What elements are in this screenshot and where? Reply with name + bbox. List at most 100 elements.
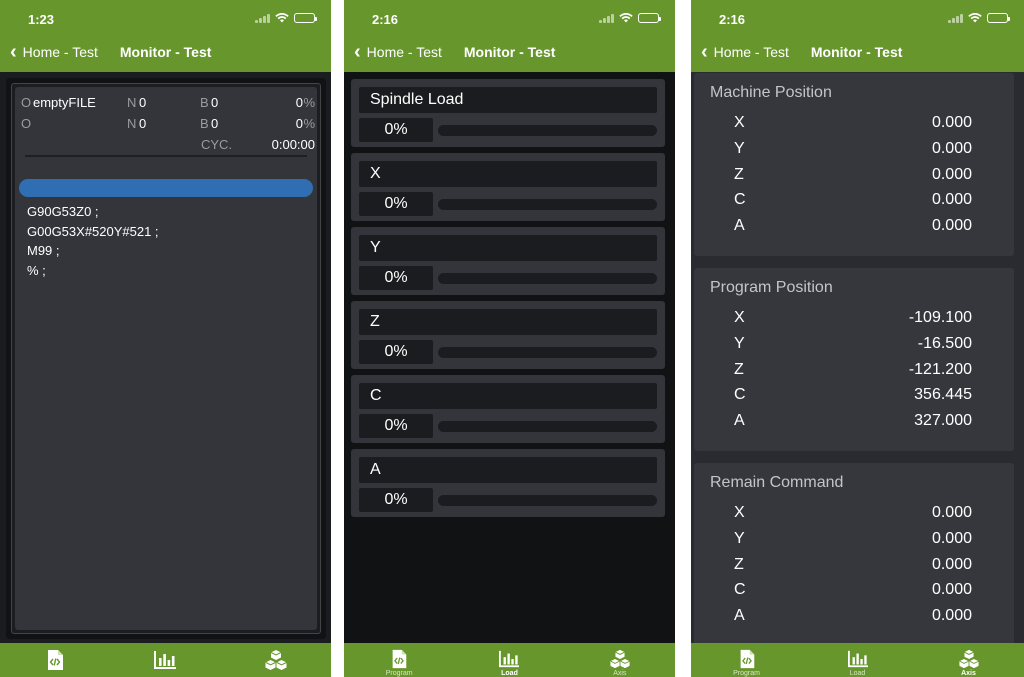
axis-row: Y -16.500 — [694, 331, 1014, 357]
axis-rows: X 0.000 Y 0.000 Z 0.000 C 0.000 A 0.000 — [694, 500, 1014, 629]
status-time: 1:23 — [28, 12, 55, 27]
axis-name: X — [734, 504, 745, 521]
load-card-z: Z 0% — [351, 301, 665, 369]
tab-label: Load — [849, 670, 866, 677]
wifi-icon — [619, 13, 633, 23]
tab-axis[interactable] — [221, 643, 331, 677]
section-title: Program Position — [710, 279, 833, 296]
program-position-section: Program Position X -109.100 Y -16.500 Z -12… — [694, 268, 1014, 451]
percent-unit: % — [303, 95, 315, 110]
axis-row: Y 0.000 — [694, 136, 1014, 162]
axis-name: C — [734, 581, 746, 599]
n-label: N — [127, 116, 137, 131]
load-bar — [438, 124, 657, 136]
nav-bar: ‹ Home - Test Monitor - Test — [344, 41, 675, 63]
current-line-highlight — [19, 179, 313, 197]
load-list: Spindle Load 0% X 0% Y 0% Z 0% C 0% A 0% — [351, 79, 665, 523]
load-bar — [438, 198, 657, 210]
back-button[interactable]: ‹ Home - Test — [701, 42, 789, 62]
axis-value: 0.000 — [931, 165, 972, 183]
axis-name: X — [734, 309, 745, 326]
load-card-a: A 0% — [351, 449, 665, 517]
nav-bar: ‹ Home - Test Monitor - Test — [691, 41, 1024, 63]
battery-icon — [638, 13, 661, 23]
tab-load[interactable] — [110, 643, 220, 677]
back-button[interactable]: ‹ Home - Test — [354, 42, 442, 62]
axis-name: Z — [734, 360, 744, 378]
load-percent: 0% — [359, 266, 433, 290]
axis-row: Z 0.000 — [694, 162, 1014, 188]
axis-name: Z — [734, 165, 744, 183]
divider — [25, 155, 307, 157]
code-line: G00G53X#520Y#521 ; — [27, 223, 159, 239]
load-bar — [438, 420, 657, 432]
status-time: 2:16 — [372, 12, 399, 27]
axis-value: 0.000 — [931, 607, 972, 625]
chevron-left-icon: ‹ — [354, 41, 361, 63]
load-name: Spindle Load — [359, 87, 657, 113]
axis-name: A — [734, 412, 745, 430]
tab-program[interactable]: Program — [344, 643, 454, 677]
back-label: Home - Test — [22, 44, 98, 60]
axis-value: 0.000 — [931, 555, 972, 573]
load-name: Z — [359, 309, 657, 335]
wifi-icon — [968, 13, 982, 23]
tab-program[interactable]: Program — [691, 643, 802, 677]
program-code-icon — [740, 649, 754, 669]
axis-screen: 2:16 ‹ Home - Test Monitor - Test Machin… — [691, 0, 1024, 677]
tab-bar: Program Load Axis — [344, 643, 675, 677]
percent-value: 0 — [295, 95, 303, 110]
back-button[interactable]: ‹ Home - Test — [10, 42, 98, 62]
load-card-spindle: Spindle Load 0% — [351, 79, 665, 147]
tab-label: Load — [501, 670, 518, 677]
axis-value: 327.000 — [914, 412, 972, 430]
axis-value: 0.000 — [931, 139, 972, 157]
tab-bar — [0, 643, 331, 677]
load-percent: 0% — [359, 340, 433, 364]
code-line: % ; — [27, 262, 46, 278]
axis-row: Z 0.000 — [694, 552, 1014, 578]
load-percent: 0% — [359, 488, 433, 512]
nav-header: 2:16 ‹ Home - Test Monitor - Test — [344, 0, 675, 72]
tab-load[interactable]: Load — [454, 643, 564, 677]
back-label: Home - Test — [713, 44, 789, 60]
load-screen: 2:16 ‹ Home - Test Monitor - Test Spindl… — [344, 0, 675, 677]
b-label: B — [200, 116, 209, 131]
section-title: Remain Command — [710, 474, 844, 491]
load-bar — [438, 494, 657, 506]
program-code: G90G53Z0 ; G00G53X#520Y#521 ; M99 ; % ; — [27, 202, 159, 280]
program-frame: O emptyFILE N 0 B 0 0 % O N 0 B 0 0 % CY… — [6, 78, 326, 639]
load-name: C — [359, 383, 657, 409]
signal-icon — [599, 13, 614, 23]
axis-row: A 327.000 — [694, 408, 1014, 434]
signal-icon — [255, 13, 270, 23]
tab-load[interactable]: Load — [802, 643, 913, 677]
battery-icon — [294, 13, 317, 23]
tab-axis[interactable]: Axis — [565, 643, 675, 677]
remain-command-section: Remain Command X 0.000 Y 0.000 Z 0.000 C 0.0… — [694, 463, 1014, 646]
program-row-1: O emptyFILE N 0 B 0 0 % — [15, 95, 317, 111]
tab-label: Program — [733, 670, 760, 677]
tab-program[interactable] — [0, 643, 110, 677]
cycle-label: CYC. — [201, 137, 233, 152]
axis-name: Z — [734, 555, 744, 573]
axis-value: 0.000 — [931, 504, 972, 521]
tab-bar: Program Load Axis — [691, 643, 1024, 677]
axis-name: A — [734, 217, 745, 235]
load-percent: 0% — [359, 118, 433, 142]
nav-bar: ‹ Home - Test Monitor - Test — [0, 41, 331, 63]
load-row: 0% — [359, 340, 657, 364]
nav-header: 1:23 ‹ Home - Test Monitor - Test — [0, 0, 331, 72]
tab-label: Axis — [961, 670, 976, 677]
axis-row: X -109.100 — [694, 305, 1014, 331]
load-percent: 0% — [359, 414, 433, 438]
axis-value: -121.200 — [908, 360, 972, 378]
axis-row: X 0.000 — [694, 500, 1014, 526]
axis-row: C 0.000 — [694, 577, 1014, 603]
percent-value: 0 — [295, 116, 303, 131]
program-code-icon — [392, 649, 407, 669]
tab-axis[interactable]: Axis — [913, 643, 1024, 677]
axis-value: -16.500 — [917, 334, 972, 352]
load-percent: 0% — [359, 192, 433, 216]
status-time: 2:16 — [719, 12, 746, 27]
